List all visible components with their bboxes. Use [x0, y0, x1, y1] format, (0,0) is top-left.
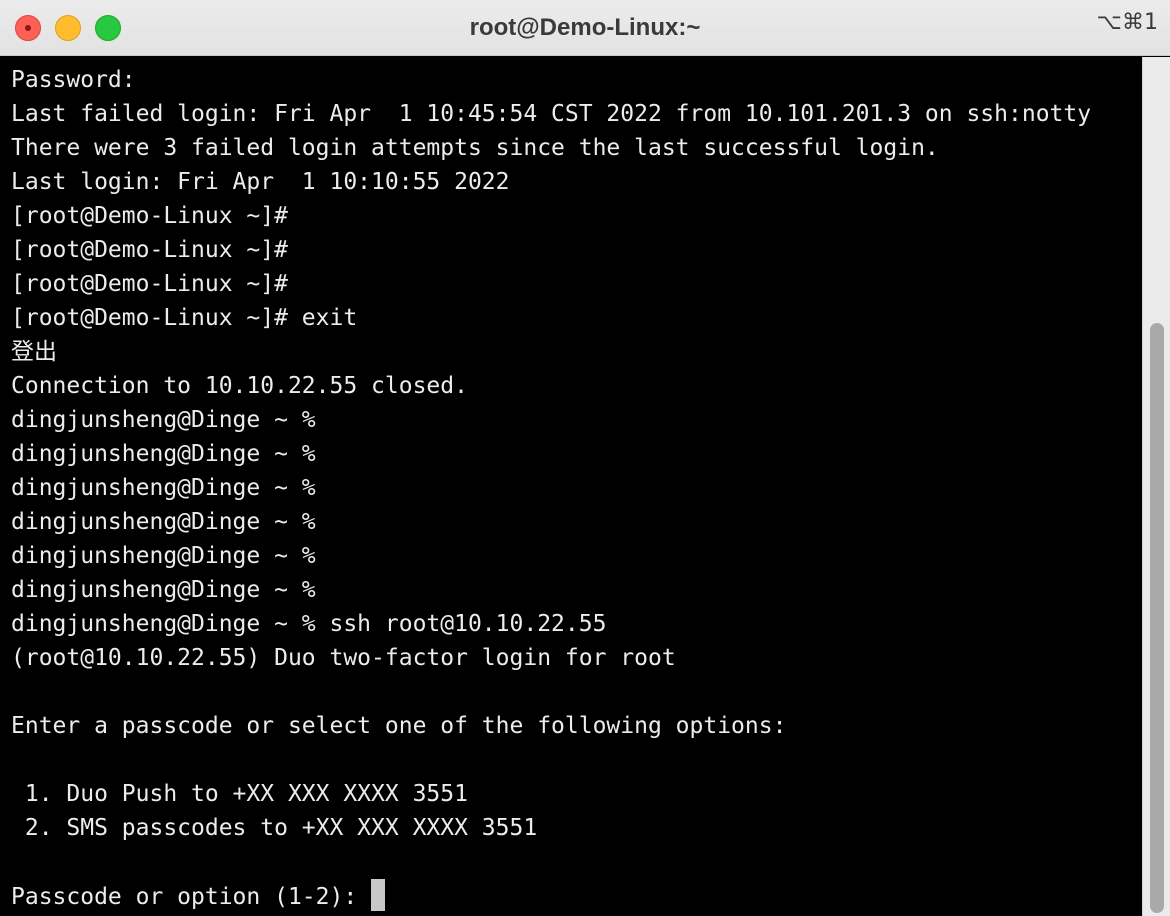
terminal-line: dingjunsheng@Dinge ~ %: [11, 441, 316, 467]
terminal-line: dingjunsheng@Dinge ~ %: [11, 407, 316, 433]
terminal-line: dingjunsheng@Dinge ~ %: [11, 475, 316, 501]
terminal-line: Last login: Fri Apr 1 10:10:55 2022: [11, 169, 510, 195]
terminal-line: dingjunsheng@Dinge ~ %: [11, 577, 316, 603]
scrollbar-thumb[interactable]: [1150, 323, 1164, 913]
terminal-line: Last failed login: Fri Apr 1 10:45:54 CS…: [11, 101, 1092, 127]
terminal-line: [root@Demo-Linux ~]#: [11, 271, 288, 297]
terminal-lines: Password: Last failed login: Fri Apr 1 1…: [11, 63, 1091, 913]
terminal-output[interactable]: Password: Last failed login: Fri Apr 1 1…: [0, 57, 1142, 916]
terminal-line: dingjunsheng@Dinge ~ %: [11, 509, 316, 535]
terminal-line: [root@Demo-Linux ~]# exit: [11, 305, 358, 331]
text-cursor: [371, 879, 386, 911]
terminal-line: Enter a passcode or select one of the fo…: [11, 713, 787, 739]
terminal-line: Connection to 10.10.22.55 closed.: [11, 373, 468, 399]
passcode-prompt: Passcode or option (1-2):: [11, 884, 372, 910]
terminal-line: [root@Demo-Linux ~]#: [11, 203, 288, 229]
terminal-line: 1. Duo Push to +XX XXX XXXX 3551: [11, 781, 468, 807]
terminal-line: [root@Demo-Linux ~]#: [11, 237, 288, 263]
terminal-window: root@Demo-Linux:~ ⌥⌘1 Password: Last fai…: [0, 0, 1170, 916]
terminal-line: (root@10.10.22.55) Duo two-factor login …: [11, 645, 676, 671]
terminal-prompt-line[interactable]: Passcode or option (1-2):: [11, 879, 1091, 913]
terminal-line: There were 3 failed login attempts since…: [11, 135, 939, 161]
terminal-line: Password:: [11, 67, 136, 93]
window-title: root@Demo-Linux:~: [469, 14, 701, 41]
terminal-line: 2. SMS passcodes to +XX XXX XXXX 3551: [11, 815, 538, 841]
vertical-scrollbar[interactable]: [1142, 57, 1170, 916]
title-bar[interactable]: root@Demo-Linux:~ ⌥⌘1: [0, 0, 1170, 56]
terminal-line: 登出: [11, 339, 57, 365]
terminal-line: dingjunsheng@Dinge ~ %: [11, 543, 316, 569]
window-shortcut-label: ⌥⌘1: [1096, 10, 1158, 35]
terminal-line: dingjunsheng@Dinge ~ % ssh root@10.10.22…: [11, 611, 607, 637]
